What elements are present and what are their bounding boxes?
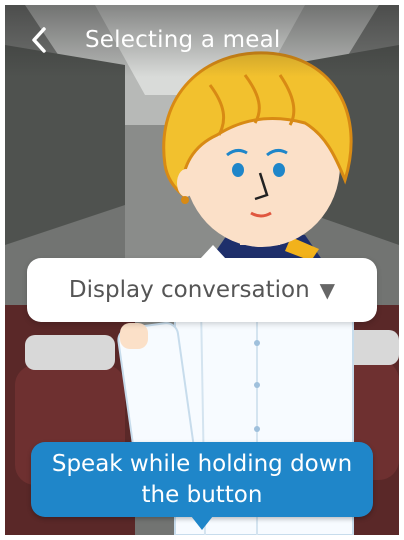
left-eye [232, 163, 244, 177]
speak-button-line-1: Speak while holding down [51, 450, 353, 477]
attendant-earring [181, 196, 189, 204]
display-conversation-button[interactable]: Display conversation ▼ [27, 245, 377, 322]
attendant-hand [120, 323, 148, 349]
speak-button-line-2: the button [141, 481, 263, 508]
attendant-ear [177, 169, 195, 197]
chevron-left-icon [32, 27, 46, 53]
speak-hold-button[interactable]: Speak while holding down the button [31, 442, 373, 530]
shirt-button-2 [254, 382, 260, 388]
page-title: Selecting a meal [85, 27, 281, 53]
shirt-button-1 [254, 340, 260, 346]
triangle-down-icon: ▼ [319, 278, 336, 302]
top-bar: Selecting a meal [5, 5, 399, 77]
app-screen: Selecting a meal Display conversation ▼ … [5, 5, 399, 535]
back-button[interactable] [25, 25, 55, 55]
right-eye [273, 163, 285, 177]
shirt-button-3 [254, 426, 260, 432]
left-headrest [25, 335, 115, 370]
display-conversation-label: Display conversation [68, 277, 310, 303]
